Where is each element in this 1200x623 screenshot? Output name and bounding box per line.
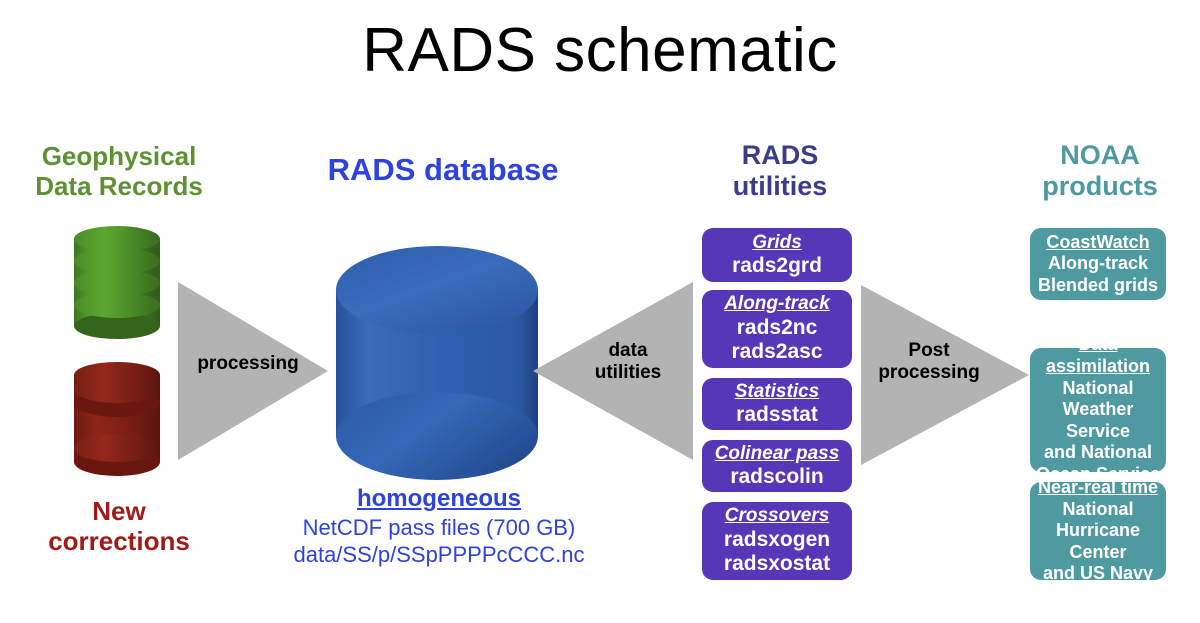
utility-box-line: rads2grd (732, 254, 822, 278)
utility-box-line: radsxostat (723, 552, 831, 576)
noaa-box-line: Hurricane Center (1055, 520, 1141, 562)
rads-database-heading-strong: RADS (327, 152, 416, 187)
data-utilities-arrow-label: data utilities (572, 340, 684, 383)
noaa-box-near-real-time[interactable]: Near-real time National Hurricane Center… (1030, 477, 1166, 583)
data-utilities-label-line2: utilities (594, 361, 662, 383)
noaa-box-line: Blended grids (1037, 274, 1158, 295)
gdr-heading-line2: Data Records (35, 170, 203, 201)
noaa-box-coastwatch[interactable]: CoastWatch Along-track Blended grids (1030, 228, 1166, 300)
utility-box-crossovers[interactable]: Crossovers radsxogen radsxostat (702, 502, 852, 580)
noaa-box-line: Weather Service (1062, 399, 1134, 441)
rads-schematic-diagram: RADS schematic Geophysical Data Records (0, 0, 1200, 623)
utility-box-statistics[interactable]: Statistics radsstat (702, 378, 852, 430)
rads-database-heading-rest: database (424, 152, 559, 187)
data-utilities-label-line1: data (608, 340, 648, 361)
database-caption: homogeneous NetCDF pass files (700 GB) d… (256, 484, 622, 569)
red-database-cylinder-icon (70, 358, 164, 476)
database-caption-title: homogeneous (356, 485, 521, 512)
utility-box-title: Crossovers (724, 505, 830, 527)
noaa-box-title: CoastWatch (1046, 231, 1150, 252)
noaa-box-title: Near-real time (1037, 477, 1159, 498)
noaa-box-line: and US Navy (1042, 563, 1154, 584)
noaa-box-line: National (1062, 377, 1134, 398)
utility-box-line: radsxogen (723, 527, 831, 551)
utility-box-along-track[interactable]: Along-track rads2nc rads2asc (702, 290, 852, 368)
noaa-box-line: National (1062, 498, 1134, 519)
post-processing-arrow-label: Post processing (866, 340, 992, 383)
rads-utilities-heading: RADS utilities (660, 140, 900, 202)
rads-utilities-heading-line2: utilities (732, 170, 828, 201)
green-database-cylinder-icon (70, 222, 164, 340)
processing-arrow-label: processing (182, 353, 314, 375)
utility-box-line: rads2nc (736, 315, 818, 339)
utility-box-line: radscolin (730, 465, 824, 489)
processing-label-line1: processing (197, 353, 299, 374)
utility-box-title: Colinear pass (714, 442, 840, 464)
page-title: RADS schematic (362, 16, 838, 85)
utility-box-line: rads2asc (731, 340, 823, 364)
utility-box-colinear-pass[interactable]: Colinear pass radscolin (702, 440, 852, 492)
utility-box-title: Statistics (734, 380, 820, 402)
post-processing-label-line1: Post (908, 340, 950, 361)
new-corrections-label: New corrections (5, 496, 233, 557)
utility-box-title: Along-track (724, 293, 830, 315)
new-corrections-line2: corrections (48, 525, 190, 556)
rads-utilities-heading-line1: RADS (741, 140, 819, 170)
utility-box-line: radsstat (736, 403, 818, 427)
noaa-products-heading: NOAA products (1000, 140, 1200, 202)
noaa-box-data-assimilation[interactable]: Data assimilation National Weather Servi… (1030, 334, 1166, 484)
database-caption-line3: data/SS/p/SSpPPPPcCCC.nc (293, 542, 585, 568)
gdr-heading-line1: Geophysical (41, 141, 197, 171)
database-caption-line2: NetCDF pass files (700 GB) (302, 515, 576, 541)
noaa-box-line: and National (1043, 442, 1152, 463)
noaa-heading-line2: products (1042, 170, 1158, 201)
utility-box-grids[interactable]: Grids rads2grd (702, 228, 852, 282)
gdr-heading: Geophysical Data Records (5, 141, 233, 201)
new-corrections-line1: New (92, 496, 146, 526)
blue-database-cylinder-icon (332, 244, 542, 482)
post-processing-label-line2: processing (878, 361, 980, 383)
utility-box-title: Grids (752, 231, 802, 253)
noaa-box-title: Data assimilation (1045, 334, 1151, 377)
noaa-heading-line1: NOAA (1060, 140, 1140, 170)
rads-database-heading: RADS database (278, 152, 608, 187)
noaa-box-line: Along-track (1047, 253, 1148, 274)
